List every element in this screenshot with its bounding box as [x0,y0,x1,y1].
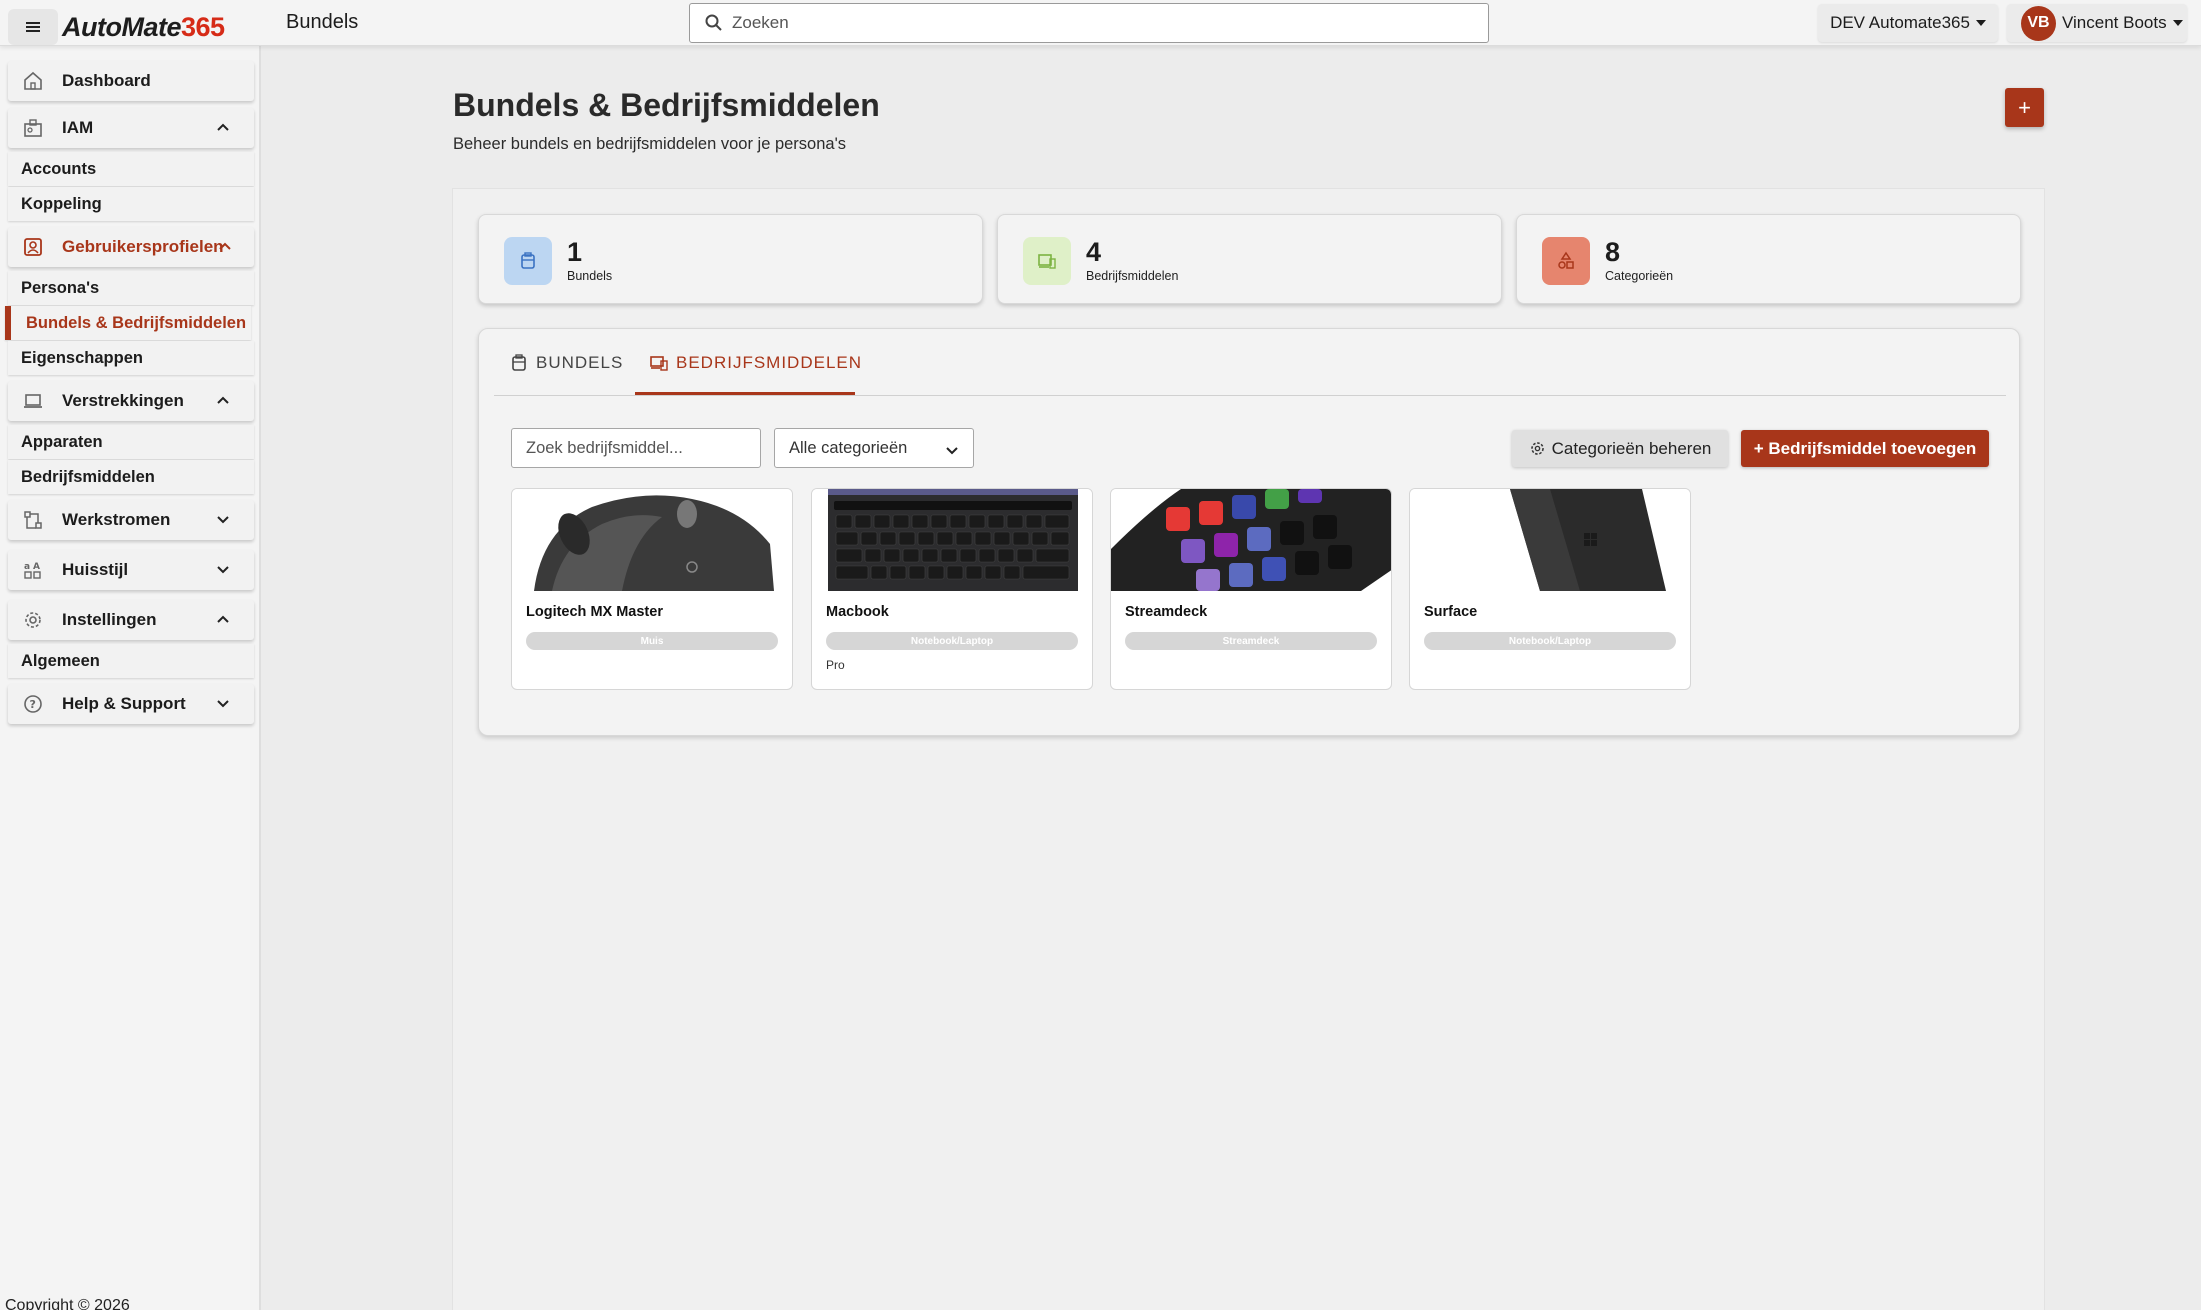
add-asset-button[interactable]: + Bedrijfsmiddel toevoegen [1741,430,1989,467]
stat-value: 8 [1605,237,1621,267]
sidebar-item-bundels[interactable]: Bundels & Bedrijfsmiddelen [5,306,251,340]
asset-card[interactable]: Surface Notebook/Laptop [1409,488,1691,690]
main-heading: Bundels & Bedrijfsmiddelen [453,87,880,123]
asset-name: Logitech MX Master [526,604,663,620]
manage-categories-button[interactable]: Categorieën beheren [1512,430,1728,467]
stat-card-bundels: 1 Bundels [478,214,983,304]
sidebar-group-verstrekkingen[interactable]: Verstrekkingen [8,381,254,421]
category-badge: Notebook/Laptop [826,632,1078,650]
sidebar-item-algemeen[interactable]: Algemeen [8,644,254,678]
stat-label: Bundels [567,269,613,283]
sidebar-item-apparaten[interactable]: Apparaten [8,425,254,459]
page-title: Bundels [286,11,359,33]
sidebar-group-help[interactable]: ? Help & Support [8,684,254,724]
chevron-down-icon [217,566,229,574]
chevron-down-icon [217,516,229,524]
stat-card-categorieen: 8 Categorieën [1516,214,2021,304]
asset-name: Macbook [826,604,889,620]
search-icon [705,14,722,31]
sidebar-item-koppeling[interactable]: Koppeling [8,187,254,221]
laptop-icon [22,390,44,412]
sidebar-item-personas[interactable]: Persona's [8,271,254,305]
user-name: Vincent Boots [2062,13,2167,32]
help-icon: ? [22,693,44,715]
chevron-up-icon [217,396,229,404]
bundle-icon [512,353,526,371]
caret-down-icon [2172,20,2183,26]
stat-card-bedrijfsmiddelen: 4 Bedrijfsmiddelen [997,214,1502,304]
chevron-up-icon [219,242,231,250]
mouse-image [512,489,792,591]
sidebar-item-dashboard[interactable]: Dashboard [8,61,254,101]
sidebar: Dashboard IAM Accounts Koppeling Gebruik… [0,46,261,1310]
tab-bedrijfsmiddelen[interactable]: BEDRIJFSMIDDELEN [649,329,862,396]
devices-icon [650,355,668,371]
badge-icon [22,117,44,139]
branding-icon: aA [22,559,44,581]
user-menu[interactable]: VB Vincent Boots [2007,4,2187,42]
home-icon [22,70,44,92]
top-bar: AutoMate365 Bundels DEV Automate365 VB V… [0,0,2201,46]
global-search[interactable] [689,3,1489,43]
workflow-icon [22,509,44,531]
asset-card[interactable]: Logitech MX Master Muis [511,488,793,690]
chevron-down-icon [217,700,229,708]
chevron-down-icon [946,447,958,455]
sidebar-group-gebruikersprofielen[interactable]: Gebruikersprofielen [8,227,254,267]
sidebar-item-accounts[interactable]: Accounts [8,152,254,186]
svg-text:a: a [24,562,30,572]
global-search-input[interactable] [732,13,1432,33]
asset-card[interactable]: Macbook Notebook/Laptop Pro [811,488,1093,690]
svg-text:A: A [33,562,40,572]
laptop-image [812,489,1092,591]
main-subheading: Beheer bundels en bedrijfsmiddelen voor … [453,135,846,153]
surface-image [1410,489,1690,591]
asset-name: Streamdeck [1125,604,1208,620]
stat-value: 1 [567,237,583,267]
category-badge: Streamdeck [1125,632,1377,650]
categories-icon [1542,237,1590,285]
copyright: Copyright © 2026 [5,1297,130,1310]
asset-name: Surface [1424,604,1478,620]
profile-icon [22,236,44,258]
sidebar-group-iam[interactable]: IAM [8,108,254,148]
sidebar-item-bedrijfsmiddelen[interactable]: Bedrijfsmiddelen [8,460,254,494]
asset-description: Pro [826,658,845,672]
chevron-up-icon [217,123,229,131]
sidebar-group-werkstromen[interactable]: Werkstromen [8,500,254,540]
tab-bundels[interactable]: BUNDELS [509,329,623,396]
gear-icon [1530,442,1544,455]
tabs-card: BUNDELS BEDRIJFSMIDDELEN Alle categorieë… [478,328,2020,736]
asset-card[interactable]: Streamdeck Streamdeck [1110,488,1392,690]
tab-divider [494,395,2006,396]
gear-icon [22,609,44,631]
stat-value: 4 [1086,237,1102,267]
stat-label: Categorieën [1605,269,1674,283]
caret-down-icon [1975,20,1986,26]
category-select[interactable]: Alle categorieën [774,428,974,468]
sidebar-group-huisstijl[interactable]: aA Huisstijl [8,550,254,590]
chevron-up-icon [217,615,229,623]
streamdeck-image [1111,489,1391,591]
sidebar-group-instellingen[interactable]: Instellingen [8,600,254,640]
devices-icon [1023,237,1071,285]
add-button[interactable]: + [2005,88,2044,127]
category-badge: Muis [526,632,778,650]
menu-icon[interactable] [8,9,58,45]
avatar: VB [2021,5,2056,41]
app-logo[interactable]: AutoMate365 [62,12,225,43]
svg-text:?: ? [30,698,36,711]
stat-label: Bedrijfsmiddelen [1086,269,1179,283]
bundle-icon [504,237,552,285]
category-badge: Notebook/Laptop [1424,632,1676,650]
environment-selector[interactable]: DEV Automate365 [1818,4,1998,42]
sidebar-item-eigenschappen[interactable]: Eigenschappen [8,341,254,375]
asset-search-input[interactable] [511,428,761,468]
